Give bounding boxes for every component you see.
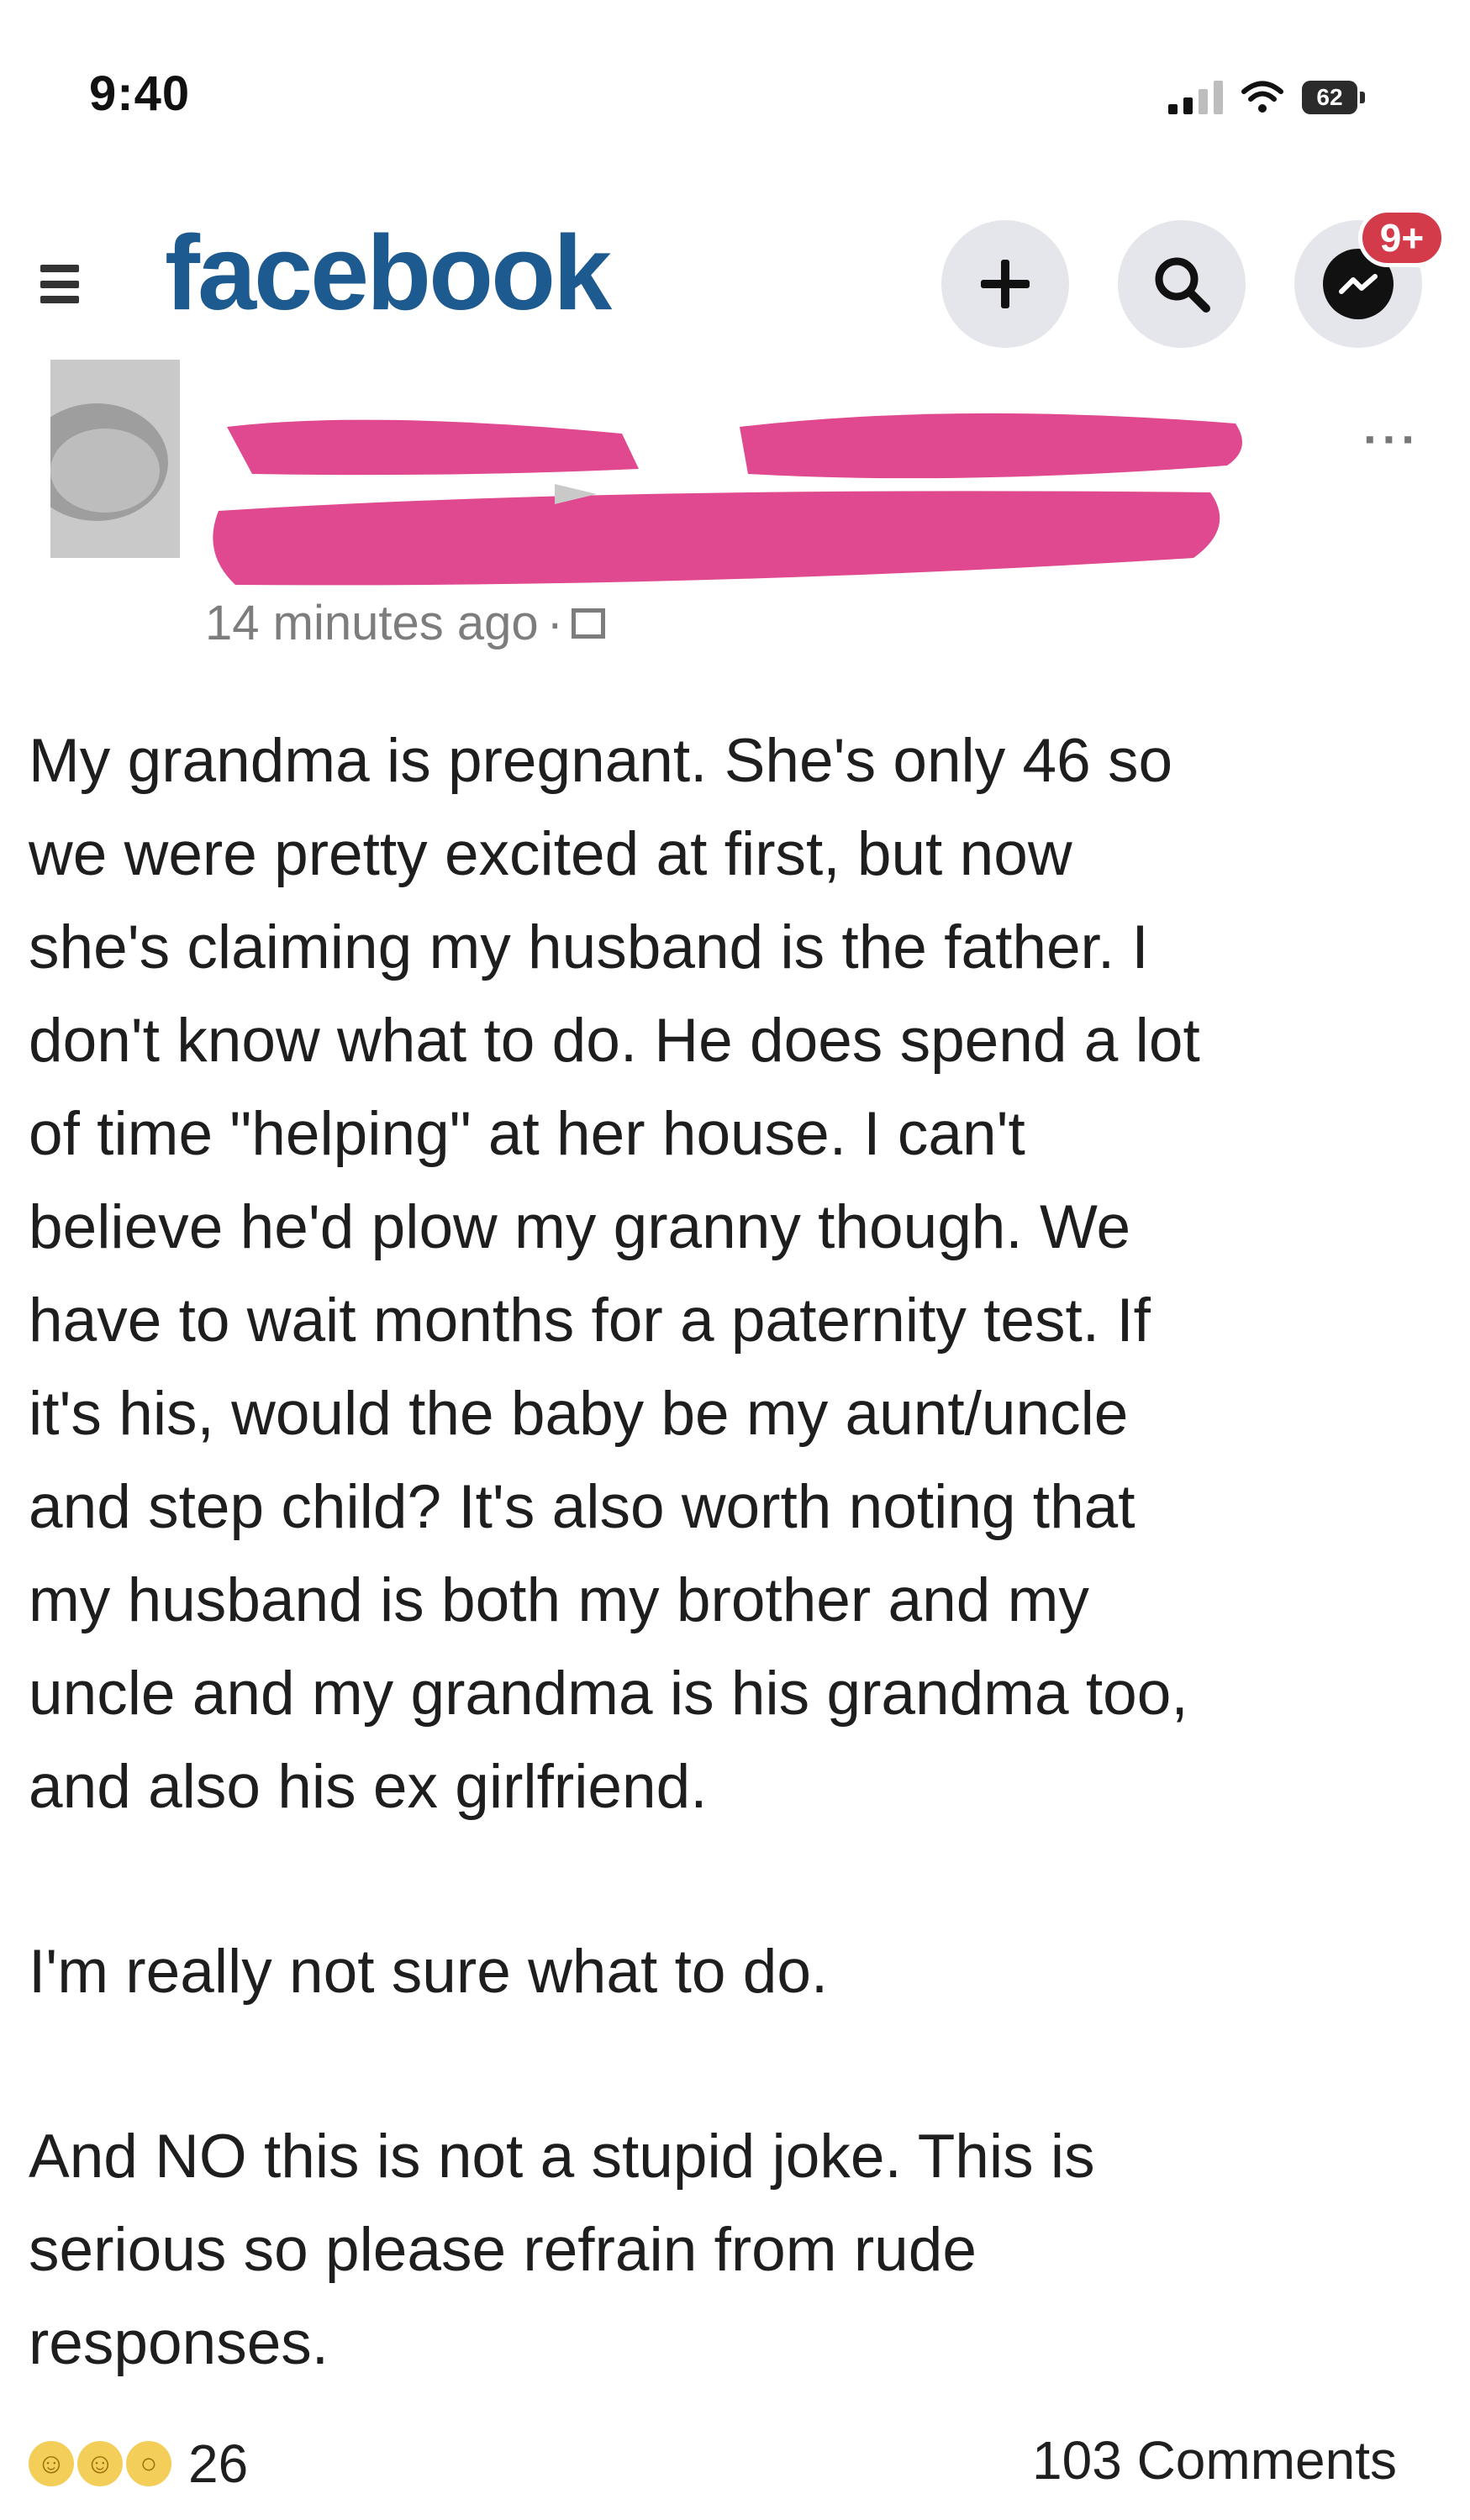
meta-separator: · — [546, 596, 563, 650]
post-line: My grandma is pregnant. She's only 46 so — [29, 727, 1173, 795]
search-button[interactable] — [1118, 220, 1246, 348]
post-line: it's his, would the baby be my aunt/uncl… — [29, 1380, 1129, 1448]
hamburger-menu-icon[interactable] — [40, 265, 79, 303]
redacted-author-name — [213, 413, 1242, 586]
avatar[interactable] — [50, 360, 180, 558]
status-icons: 62 — [1168, 72, 1365, 123]
post-line: serious so please refrain from rude — [29, 2216, 977, 2284]
laugh-reaction-icon: ☺ — [29, 2441, 74, 2486]
status-time: 9:40 — [89, 66, 191, 121]
post-line: and step child? It's also worth noting t… — [29, 1473, 1135, 1541]
reaction-count: 26 — [188, 2433, 249, 2494]
laugh-reaction-icon: ☺ — [77, 2441, 123, 2486]
post-line: and also his ex girlfriend. — [29, 1753, 708, 1821]
more-options-icon[interactable]: ··· — [1363, 412, 1420, 466]
cellular-signal-icon — [1168, 81, 1223, 114]
post-line: my husband is both my brother and my — [29, 1566, 1089, 1634]
post-line: have to wait months for a paternity test… — [29, 1286, 1151, 1355]
notification-badge: 9+ — [1358, 208, 1446, 267]
comments-link[interactable]: 103 Comments — [1032, 2429, 1397, 2491]
battery-level: 62 — [1302, 81, 1357, 114]
plus-icon — [981, 260, 1030, 308]
wifi-icon — [1241, 81, 1283, 113]
post-line: of time "helping" at her house. I can't — [29, 1100, 1025, 1168]
post-meta: 14 minutes ago · — [205, 595, 605, 651]
create-button[interactable] — [941, 220, 1069, 348]
search-icon — [1155, 257, 1210, 313]
battery-icon: 62 — [1302, 81, 1365, 114]
post-line: uncle and my grandma is his grandma too, — [29, 1660, 1188, 1728]
post-timestamp[interactable]: 14 minutes ago — [205, 595, 539, 651]
post-line: don't know what to do. He does spend a l… — [29, 1007, 1200, 1075]
post-line: we were pretty excited at first, but now — [29, 820, 1072, 888]
wow-reaction-icon: ○ — [126, 2441, 171, 2486]
facebook-logo[interactable]: facebook — [165, 220, 612, 326]
post-line: believe he'd plow my granny though. We — [29, 1193, 1131, 1261]
post-line: she's claiming my husband is the father.… — [29, 913, 1149, 981]
reactions-summary[interactable]: ☺ ☺ ○ 26 — [29, 2433, 248, 2495]
post-paragraph: I'm really not sure what to do. — [29, 1938, 829, 2006]
audience-icon[interactable] — [571, 608, 605, 639]
post-body: My grandma is pregnant. She's only 46 so… — [29, 714, 1449, 2390]
post-line: responses. — [29, 2309, 329, 2377]
post-line: And NO this is not a stupid joke. This i… — [29, 2123, 1095, 2191]
